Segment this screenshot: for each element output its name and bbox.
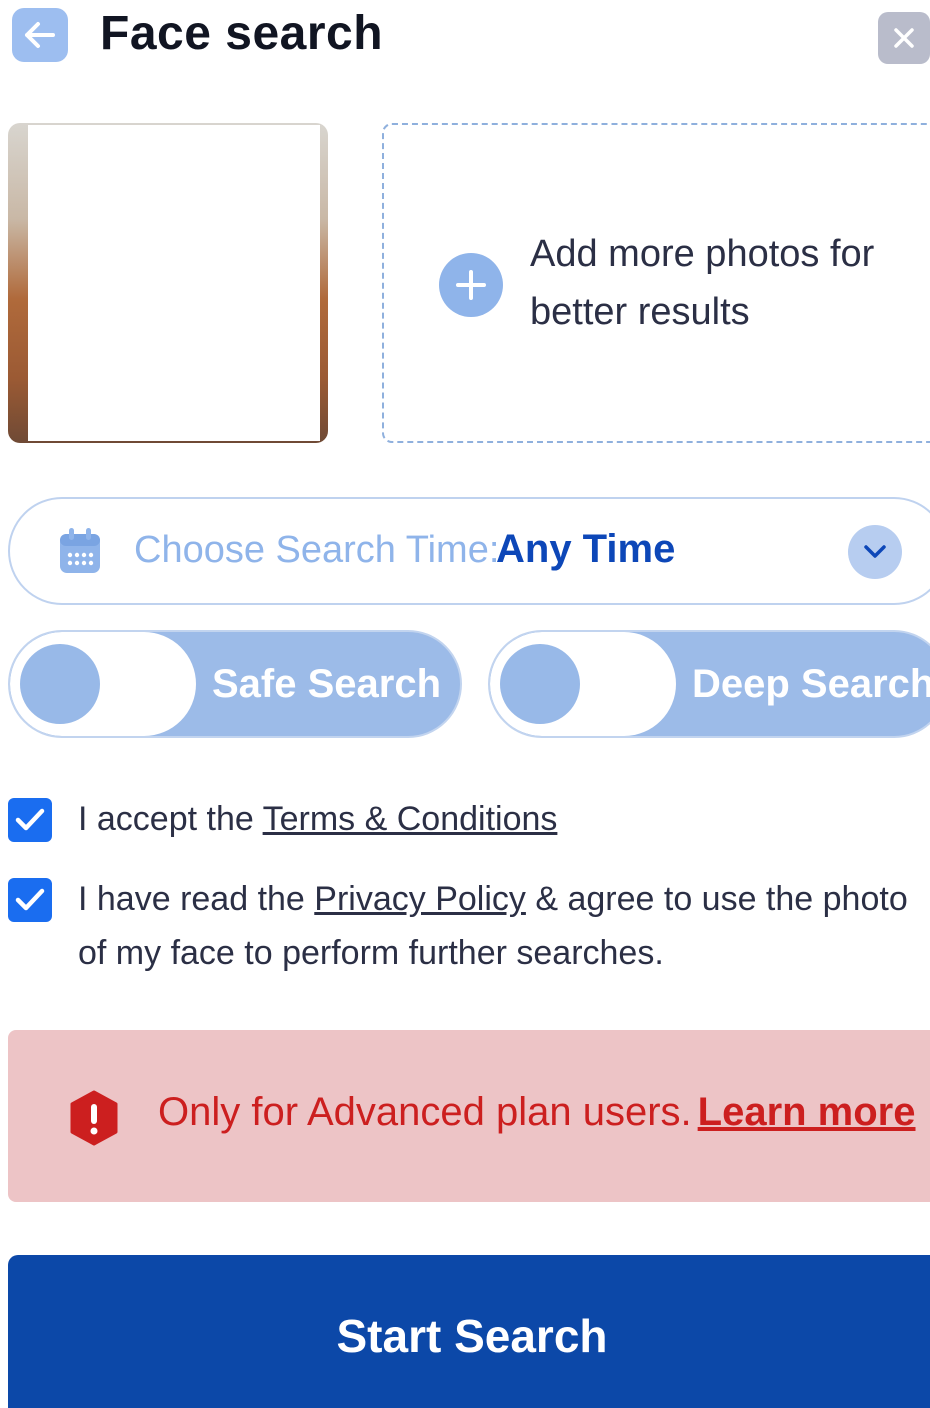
chevron-down-icon — [864, 545, 886, 558]
terms-consent-row: I accept the Terms & Conditions — [8, 796, 908, 850]
checkmark-icon — [15, 888, 45, 911]
uploaded-photo-thumbnail[interactable] — [8, 123, 328, 443]
privacy-prefix: I have read the — [78, 880, 315, 918]
terms-prefix: I accept the — [78, 800, 263, 838]
face-search-page: Face search Add more photos for better r… — [0, 0, 930, 1408]
deep-search-label: Deep Search — [692, 662, 930, 706]
start-search-label: Start Search — [336, 1310, 608, 1362]
add-photo-button[interactable] — [439, 253, 503, 317]
dropdown-toggle[interactable] — [848, 525, 902, 579]
search-time-value: Any Time — [496, 527, 676, 571]
add-photos-dropzone[interactable]: Add more photos for better results — [382, 123, 930, 443]
terms-consent-text: I accept the Terms & Conditions — [78, 792, 557, 846]
privacy-consent-text: I have read the Privacy Policy & agree t… — [78, 872, 928, 980]
plus-icon — [456, 270, 486, 300]
start-search-button[interactable]: Start Search — [8, 1255, 930, 1408]
toggle-knob[interactable] — [500, 644, 580, 724]
privacy-policy-link[interactable]: Privacy Policy — [314, 880, 526, 918]
safe-search-label: Safe Search — [212, 662, 442, 706]
deep-search-toggle[interactable]: Deep Search — [488, 630, 930, 738]
search-time-select[interactable]: Choose Search Time: Any Time — [8, 497, 930, 605]
photo-redaction — [28, 125, 320, 441]
privacy-consent-row: I have read the Privacy Policy & agree t… — [8, 876, 928, 986]
alert-icon — [70, 1090, 118, 1146]
back-button[interactable] — [12, 8, 68, 62]
terms-link[interactable]: Terms & Conditions — [263, 800, 558, 838]
toggle-knob[interactable] — [20, 644, 100, 724]
safe-search-toggle[interactable]: Safe Search — [8, 630, 462, 738]
add-photos-text: Add more photos for better results — [530, 233, 875, 333]
close-icon — [894, 28, 914, 48]
learn-more-link[interactable]: Learn more — [698, 1090, 916, 1134]
page-title: Face search — [100, 7, 384, 60]
alert-message: Only for Advanced plan users. Learn more — [158, 1090, 916, 1135]
calendar-icon — [60, 528, 100, 573]
arrow-left-icon — [25, 22, 55, 48]
close-button[interactable] — [878, 12, 930, 64]
checkmark-icon — [15, 808, 45, 831]
plan-restriction-alert: Only for Advanced plan users. Learn more — [8, 1030, 930, 1202]
alert-text: Only for Advanced plan users. — [158, 1090, 692, 1134]
privacy-checkbox[interactable] — [8, 878, 52, 922]
search-time-label: Choose Search Time: — [134, 529, 500, 571]
terms-checkbox[interactable] — [8, 798, 52, 842]
